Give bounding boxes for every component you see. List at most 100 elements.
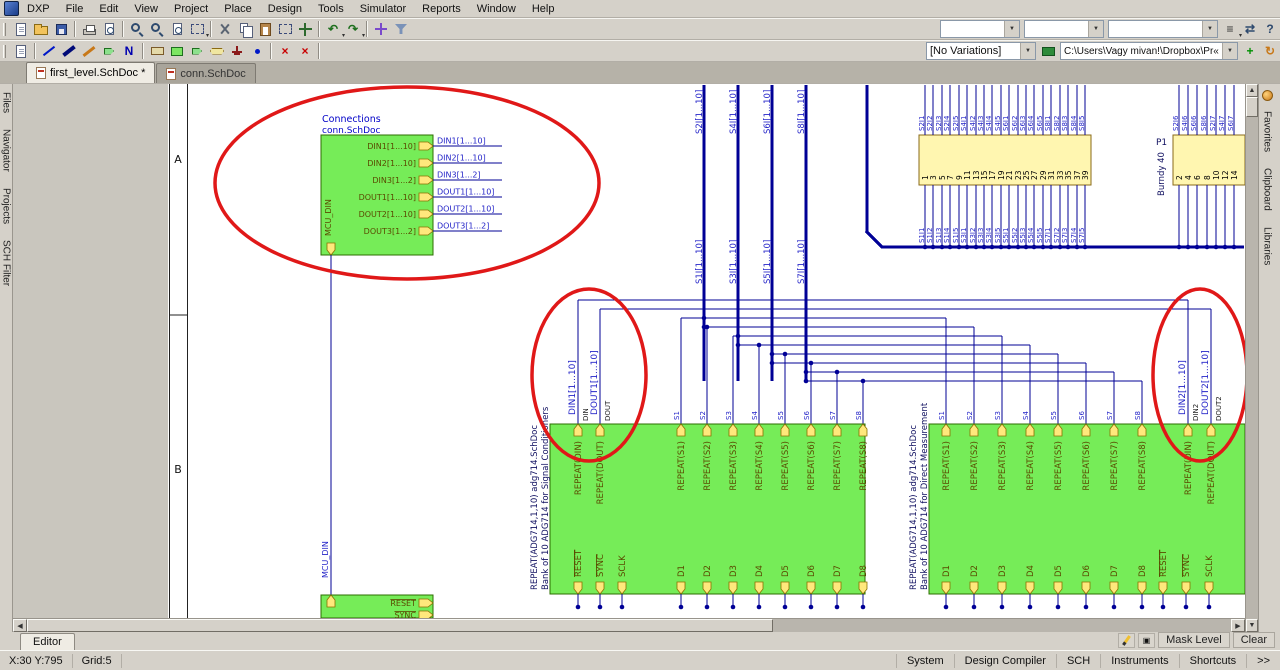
place-part-icon[interactable]	[147, 41, 167, 61]
net-label[interactable]: S7I3	[1061, 228, 1069, 243]
sheet-entry-label[interactable]: REPEAT(S5)	[781, 441, 791, 491]
net-label[interactable]: S8I2	[1053, 116, 1061, 131]
menu-view[interactable]: View	[126, 1, 166, 17]
junction-dot[interactable]	[939, 244, 945, 250]
menu-tools[interactable]: Tools	[310, 1, 352, 17]
toolbar-combo-2-dropdown-arrow[interactable]: ▼	[1088, 21, 1103, 37]
bus-net-label[interactable]: S1I[1...10]	[695, 240, 705, 284]
junction-dot[interactable]	[597, 604, 603, 610]
window-arrange-icon[interactable]: ⇄	[1240, 19, 1260, 39]
menu-reports[interactable]: Reports	[414, 1, 469, 17]
schematic-canvas[interactable]: A B Connections conn.SchDoc MCU_DIN DIN1[1...…	[13, 84, 1245, 632]
refresh-view-icon[interactable]: ↻	[1260, 41, 1280, 61]
junction-dot[interactable]	[947, 244, 953, 250]
net-label[interactable]: DOUT1[1...10]	[437, 188, 494, 197]
sheet-entry-label[interactable]: D1	[942, 565, 952, 577]
net-label[interactable]: S4	[1022, 411, 1030, 420]
net-label[interactable]: S3	[725, 411, 733, 420]
place-sheet-symbol-icon[interactable]	[167, 41, 187, 61]
junction-dot[interactable]	[956, 244, 962, 250]
connector-pin-number[interactable]: 7	[946, 175, 955, 180]
menu-file[interactable]: File	[58, 1, 92, 17]
sheet-entry-vertical-label[interactable]: MCU_DIN	[324, 199, 333, 236]
sheet-entry-label[interactable]: REPEAT(S4)	[755, 441, 765, 491]
sheet-entry-label[interactable]: DOUT1[1...10]	[359, 193, 416, 202]
net-label[interactable]: S2I2	[926, 116, 934, 131]
net-label[interactable]: DOUT3[1...2]	[437, 222, 489, 231]
junction-dot[interactable]	[1082, 244, 1088, 250]
sheet-entry-label[interactable]: REPEAT(S3)	[729, 441, 739, 491]
copy-icon[interactable]	[235, 19, 255, 39]
junction-dot[interactable]	[1057, 244, 1063, 250]
net-label[interactable]: MCU_DIN	[321, 541, 330, 578]
net-label[interactable]: S1I2	[926, 228, 934, 243]
notification-icon[interactable]	[1261, 90, 1273, 101]
net-label[interactable]: DOUT2[1...10]	[1201, 350, 1211, 415]
net-label[interactable]: S2I3	[935, 116, 943, 131]
scroll-up-button[interactable]: ▲	[1246, 84, 1258, 97]
variations-combo[interactable]: [No Variations] ▼	[926, 42, 1036, 60]
move-selection-icon[interactable]	[295, 19, 315, 39]
sheet-entry-label[interactable]: DOUT2[1...10]	[359, 210, 416, 219]
junction-dot[interactable]	[756, 342, 762, 348]
net-label[interactable]: S5I5	[1036, 228, 1044, 243]
panel-tab-files[interactable]: Files	[1, 84, 12, 121]
junction-dot[interactable]	[1139, 604, 1145, 610]
net-label[interactable]: S7I2	[1053, 228, 1061, 243]
port-name-label[interactable]: DIN2	[1192, 404, 1200, 421]
sheet-entry-label[interactable]: DIN1[1...10]	[367, 142, 416, 151]
bus-net-label[interactable]: S4I[1...10]	[729, 90, 739, 134]
net-label[interactable]: S2	[699, 411, 707, 420]
menu-simulator[interactable]: Simulator	[352, 1, 414, 17]
document-tab-first-level-schdoc[interactable]: first_level.SchDoc *	[26, 62, 156, 83]
sheet-entry-label[interactable]: D4	[1026, 565, 1036, 577]
junction-dot[interactable]	[1065, 244, 1071, 250]
junction-dot[interactable]	[1183, 604, 1189, 610]
status-panel-shortcuts[interactable]: Shortcuts	[1178, 653, 1246, 668]
sheet-entry-label[interactable]: SYNC	[596, 554, 606, 577]
net-label[interactable]: DIN2[1...10]	[1178, 360, 1188, 415]
net-label[interactable]: S4I3	[977, 116, 985, 131]
place-no-erc-icon[interactable]: ×	[275, 41, 295, 61]
editor-tab[interactable]: Editor	[20, 633, 75, 650]
net-label[interactable]: S4I7	[1218, 116, 1226, 131]
sheet-entry-label[interactable]: D2	[703, 565, 713, 577]
sheet-entry-label[interactable]: D6	[807, 565, 817, 577]
junction-dot[interactable]	[701, 315, 707, 321]
sheet-entry-label[interactable]: D8	[1138, 565, 1148, 577]
net-label[interactable]: S8	[1134, 411, 1142, 420]
junction-dot[interactable]	[769, 351, 775, 357]
connector-pin-number[interactable]: 35	[1064, 170, 1073, 180]
variations-combo-dropdown-arrow[interactable]: ▼	[1020, 43, 1035, 59]
zone-label[interactable]: B	[174, 463, 182, 476]
panel-tab-clipboard[interactable]: Clipboard	[1262, 160, 1273, 219]
net-label[interactable]: S4I2	[969, 116, 977, 131]
vertical-scrollbar[interactable]: ▲ ▼	[1245, 84, 1258, 632]
connector-pin-number[interactable]: 27	[1030, 170, 1039, 180]
sheet-entry-label[interactable]: REPEAT(DIN)	[1184, 441, 1194, 495]
junction-dot[interactable]	[834, 604, 840, 610]
junction-dot[interactable]	[1213, 244, 1219, 250]
sheet-entry-label[interactable]: D8	[859, 565, 869, 577]
junction-dot[interactable]	[735, 333, 741, 339]
net-label[interactable]: S8I4	[1070, 115, 1078, 131]
junction-dot[interactable]	[1006, 244, 1012, 250]
junction-dot[interactable]	[1055, 604, 1061, 610]
net-label[interactable]: S5I2	[1011, 228, 1019, 243]
connector-pin-number[interactable]: 8	[1203, 175, 1212, 180]
net-label[interactable]: S8	[855, 411, 863, 420]
junction-dot[interactable]	[1176, 244, 1182, 250]
junction-dot[interactable]	[735, 342, 741, 348]
net-label[interactable]: S6I1	[1002, 116, 1010, 131]
new-document-icon[interactable]	[11, 19, 31, 39]
junction-dot[interactable]	[1194, 244, 1200, 250]
junction-dot[interactable]	[782, 351, 788, 357]
sheet-entry-label[interactable]: REPEAT(S1)	[942, 441, 952, 491]
horizontal-scroll-track[interactable]	[773, 619, 1231, 632]
filter-icon[interactable]	[391, 19, 411, 39]
junction-dot[interactable]	[1074, 244, 1080, 250]
junction-dot[interactable]	[1040, 244, 1046, 250]
sheet-entry-label[interactable]: REPEAT(S4)	[1026, 441, 1036, 491]
toolbar-combo-3[interactable]: ▼	[1108, 20, 1218, 38]
junction-dot[interactable]	[1185, 244, 1191, 250]
